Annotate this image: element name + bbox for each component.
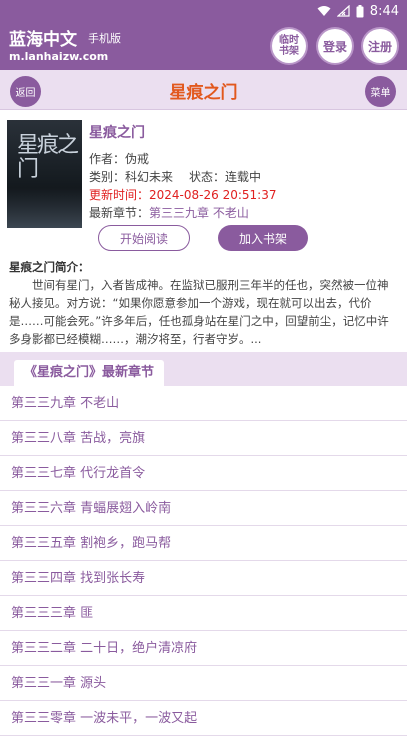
intro-label: 星痕之门简介： [9,260,90,274]
add-to-shelf-button[interactable]: 加入书架 [218,225,308,251]
book-details: 星痕之门 作者：伪戒 类别：科幻未来 状态：连载中 更新时间：2024-08-26… [89,122,276,222]
menu-button[interactable]: 菜单 [365,76,396,107]
chapter-link[interactable]: 第三三四章 找到张长寿 [0,561,407,596]
status-bar: 8:44 [0,0,407,22]
site-url: m.lanhaizw.com [9,50,109,63]
author-label: 作者： [89,152,126,166]
chapter-link[interactable]: 第三三七章 代行龙首令 [0,456,407,491]
temp-bookshelf-line2: 书架 [279,46,299,57]
chapter-link[interactable]: 第三三六章 青蝠展翅入岭南 [0,491,407,526]
book-name[interactable]: 星痕之门 [89,122,276,142]
author-value: 伪戒 [125,152,150,166]
page-title: 星痕之门 [169,83,238,103]
cover-art [7,188,82,228]
latest-chapters-header: 《星痕之门》最新章节 [0,352,407,386]
chapter-link[interactable]: 第三三零章 一波未平，一波又起 [0,701,407,736]
site-subtitle: 手机版 [88,32,121,45]
battery-icon [356,4,364,18]
cover-title: 星痕之门 [17,133,79,182]
signal-icon [336,5,350,17]
title-bar: 返回 星痕之门 菜单 [0,70,407,110]
intro-text: 世间有星门，入者皆成神。在监狱已服刑三年半的任也，突然被一位神秘人接见。对方说：… [9,278,389,346]
category-value: 科幻未来 [125,170,174,184]
chapter-link[interactable]: 第三三二章 二十日，绝户清凉府 [0,631,407,666]
book-intro: 星痕之门简介： 世间有星门，入者皆成神。在监狱已服刑三年半的任也，突然被一位神秘… [9,258,399,348]
site-header: 蓝海中文 手机版 m.lanhaizw.com 临时 书架 登录 注册 [0,22,407,70]
latest-label: 最新章节： [89,206,150,220]
chapter-link[interactable]: 第三三九章 不老山 [0,386,407,421]
chapter-link[interactable]: 第三三三章 匪 [0,596,407,631]
chapter-list: 第三三九章 不老山 第三三八章 苦战，亮旗 第三三七章 代行龙首令 第三三六章 … [0,386,407,736]
temp-bookshelf-line1: 临时 [279,35,299,46]
login-button[interactable]: 登录 [318,29,352,63]
latest-chapters-tab: 《星痕之门》最新章节 [14,360,165,386]
updated-row: 更新时间：2024-08-26 20:51:37 [89,186,276,204]
latest-chapter-link[interactable]: 第三三九章 不老山 [149,206,249,220]
book-cover[interactable]: 星痕之门 [7,120,82,228]
chapter-link[interactable]: 第三三八章 苦战，亮旗 [0,421,407,456]
category-row: 类别：科幻未来 状态：连载中 [89,168,276,186]
wifi-icon [317,5,331,17]
updated-label: 更新时间： [89,188,150,202]
register-button[interactable]: 注册 [363,29,397,63]
status-label: 状态： [189,170,226,184]
category-label: 类别： [89,170,126,184]
status-value: 连载中 [225,170,262,184]
site-title[interactable]: 蓝海中文 [9,25,77,50]
start-reading-button[interactable]: 开始阅读 [98,225,190,251]
temp-bookshelf-button[interactable]: 临时 书架 [272,29,306,63]
book-actions: 开始阅读 加入书架 [0,225,407,255]
chapter-link[interactable]: 第三三一章 源头 [0,666,407,701]
updated-value: 2024-08-26 20:51:37 [149,188,277,202]
latest-row: 最新章节：第三三九章 不老山 [89,204,276,222]
chapter-link[interactable]: 第三三五章 割袍乡，跑马帮 [0,526,407,561]
author-row: 作者：伪戒 [89,150,276,168]
status-time: 8:44 [369,3,399,19]
